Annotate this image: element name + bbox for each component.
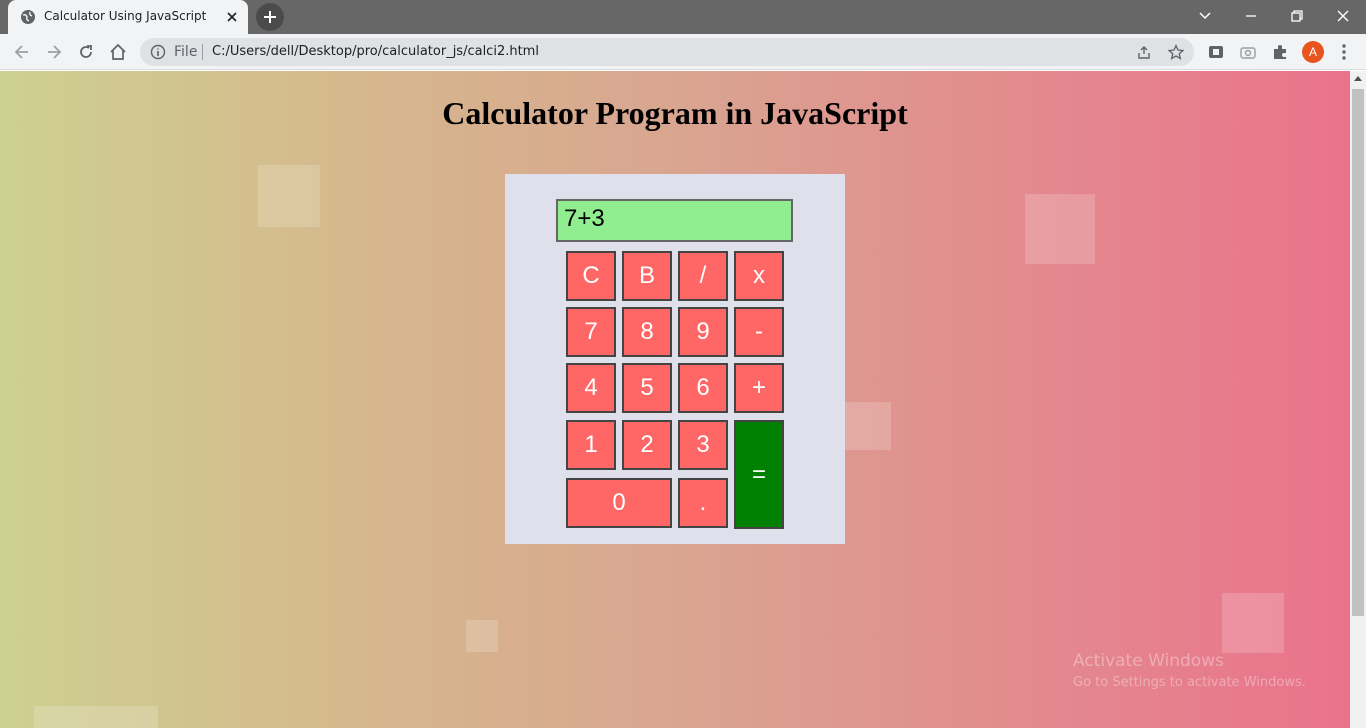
browser-titlebar: Calculator Using JavaScript [0,0,1366,34]
calculator: 7+3 C B / x 7 8 9 - 4 5 6 + 1 2 3 = 0 . [505,174,845,544]
digit-7-button[interactable]: 7 [566,307,616,357]
profile-avatar[interactable]: A [1302,41,1324,63]
background-square [258,165,320,227]
watermark-subtitle: Go to Settings to activate Windows. [1073,675,1306,690]
plus-button[interactable]: + [734,363,784,413]
close-icon[interactable] [224,9,240,25]
vertical-scrollbar[interactable] [1350,71,1366,728]
browser-toolbar: File C:/Users/dell/Desktop/pro/calculato… [0,34,1366,70]
scheme-label: File [174,44,198,60]
reload-icon[interactable] [76,42,96,62]
tab-title: Calculator Using JavaScript [44,9,207,23]
forward-arrow-icon[interactable] [44,42,64,62]
clear-button[interactable]: C [566,251,616,301]
multiply-button[interactable]: x [734,251,784,301]
camera-icon[interactable] [1238,42,1258,62]
background-square [841,402,891,450]
digit-0-button[interactable]: 0 [566,478,672,528]
puzzle-icon[interactable] [1270,42,1290,62]
globe-icon [21,10,35,24]
restore-icon[interactable] [1287,6,1307,26]
divide-button[interactable]: / [678,251,728,301]
minimize-icon[interactable] [1241,6,1261,26]
backspace-button[interactable]: B [622,251,672,301]
scroll-thumb[interactable] [1352,89,1364,616]
activate-windows-watermark: Activate Windows Go to Settings to activ… [1073,651,1306,690]
scroll-up-arrow-icon[interactable] [1354,76,1362,81]
digit-1-button[interactable]: 1 [566,420,616,470]
digit-2-button[interactable]: 2 [622,420,672,470]
home-icon[interactable] [108,42,128,62]
calculator-display[interactable]: 7+3 [556,199,793,242]
background-square [466,620,498,652]
digit-6-button[interactable]: 6 [678,363,728,413]
window-close-icon[interactable] [1333,6,1353,26]
url-text[interactable]: C:/Users/dell/Desktop/pro/calculator_js/… [212,44,539,59]
omnibox-separator [202,44,203,60]
extension-icon[interactable] [1206,42,1226,62]
info-icon[interactable] [150,44,166,60]
minus-button[interactable]: - [734,307,784,357]
background-square [34,706,158,728]
digit-9-button[interactable]: 9 [678,307,728,357]
digit-3-button[interactable]: 3 [678,420,728,470]
back-arrow-icon[interactable] [12,42,32,62]
new-tab-button[interactable] [256,3,284,31]
decimal-button[interactable]: . [678,478,728,528]
background-square [1025,194,1095,264]
background-square [1222,593,1284,653]
chevron-down-icon[interactable] [1195,6,1215,26]
share-icon[interactable] [1136,44,1152,60]
address-bar[interactable]: File C:/Users/dell/Desktop/pro/calculato… [140,38,1194,66]
watermark-title: Activate Windows [1073,651,1224,671]
equals-button[interactable]: = [734,420,784,529]
plus-icon [264,11,276,23]
page-viewport: Calculator Program in JavaScript 7+3 C B… [0,71,1350,728]
digit-8-button[interactable]: 8 [622,307,672,357]
page-title: Calculator Program in JavaScript [442,95,908,131]
browser-tab[interactable]: Calculator Using JavaScript [8,0,248,34]
star-icon[interactable] [1168,44,1184,60]
digit-4-button[interactable]: 4 [566,363,616,413]
digit-5-button[interactable]: 5 [622,363,672,413]
more-vert-icon[interactable] [1334,42,1354,62]
